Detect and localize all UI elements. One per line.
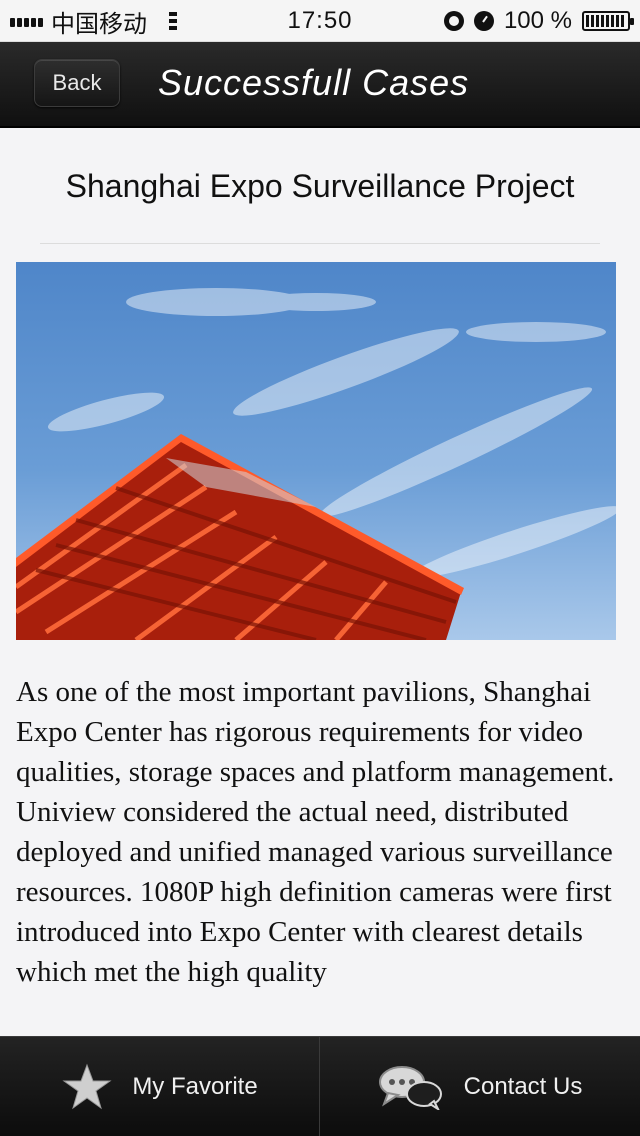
- rotation-lock-icon: [443, 11, 464, 31]
- status-right: 100 %: [443, 0, 634, 42]
- title-divider: [40, 243, 600, 244]
- page-title: Successfull Cases: [158, 62, 470, 103]
- tab-contact-us-label: Contact Us: [463, 1073, 583, 1100]
- tab-contact-us[interactable]: Contact Us: [320, 1037, 640, 1136]
- star-icon: [62, 1063, 112, 1110]
- battery-percent: 100 %: [503, 7, 572, 34]
- tab-my-favorite[interactable]: My Favorite: [0, 1037, 320, 1136]
- back-button[interactable]: Back: [34, 59, 120, 107]
- tab-bar: My Favorite Contact Us: [0, 1036, 640, 1136]
- article-content[interactable]: Shanghai Expo Surveillance Project As on…: [0, 128, 640, 1036]
- expo-pavilion-image: [16, 262, 616, 640]
- chat-bubbles-icon: [378, 1066, 442, 1110]
- navigation-bar: Back Successfull Cases: [0, 42, 640, 128]
- status-bar: 中国移动 17:50 100 %: [0, 0, 640, 42]
- alarm-icon: [473, 11, 494, 31]
- article-title: Shanghai Expo Surveillance Project: [65, 168, 575, 204]
- tab-my-favorite-label: My Favorite: [132, 1073, 258, 1100]
- battery-icon: [582, 11, 634, 31]
- article-body: As one of the most important pavilions, …: [16, 676, 615, 988]
